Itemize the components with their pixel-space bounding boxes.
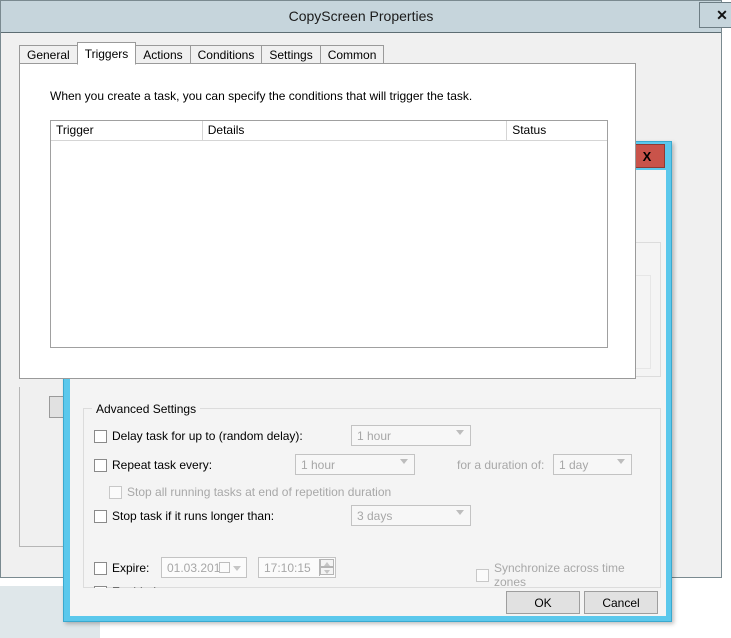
repeat-task-checkbox[interactable]: Repeat task every: (94, 458, 212, 472)
spinner-up-icon[interactable] (320, 559, 334, 567)
checkbox-indicator (94, 510, 107, 523)
ok-button[interactable]: OK (506, 591, 580, 614)
checkbox-indicator (94, 562, 107, 575)
chevron-down-icon (456, 430, 464, 435)
repeat-interval-value: 1 hour (301, 458, 335, 472)
tab-triggers[interactable]: Triggers (77, 42, 137, 65)
triggers-tab-page: When you create a task, you can specify … (19, 63, 636, 379)
delay-duration-select[interactable]: 1 hour (351, 425, 471, 446)
column-header-trigger[interactable]: Trigger (51, 121, 203, 140)
delay-task-checkbox[interactable]: Delay task for up to (random delay): (94, 429, 303, 443)
repeat-duration-value: 1 day (559, 458, 588, 472)
background-window-titlebar: CopyScreen Properties (1, 1, 721, 33)
expire-checkbox[interactable]: Expire: (94, 561, 149, 575)
expire-date-input[interactable]: 01.03.2017 (161, 557, 247, 578)
stop-longer-select[interactable]: 3 days (351, 505, 471, 526)
advanced-group-label: Advanced Settings (92, 402, 200, 416)
stop-repetition-checkbox[interactable]: Stop all running tasks at end of repetit… (109, 485, 391, 499)
checkbox-indicator (109, 486, 122, 499)
stop-repetition-label: Stop all running tasks at end of repetit… (127, 485, 391, 499)
checkbox-indicator (94, 430, 107, 443)
tab-conditions[interactable]: Conditions (190, 45, 263, 64)
expire-sync-timezones-checkbox[interactable]: Synchronize across time zones (476, 561, 660, 589)
stop-longer-label: Stop task if it runs longer than: (112, 509, 274, 523)
triggers-description: When you create a task, you can specify … (50, 89, 472, 103)
checkbox-indicator (476, 569, 489, 582)
dialog-footer: OK Cancel (70, 588, 666, 616)
repeat-duration-select[interactable]: 1 day (553, 454, 632, 475)
expire-time-value: 17:10:15 (264, 561, 311, 575)
delay-duration-value: 1 hour (357, 429, 391, 443)
advanced-settings-groupbox: Advanced Settings Delay task for up to (… (83, 408, 661, 588)
spinner-down-icon[interactable] (320, 567, 334, 575)
trigger-list-header: Trigger Details Status (51, 121, 607, 141)
checkbox-indicator (94, 459, 107, 472)
properties-tabstrip[interactable]: General Triggers Actions Conditions Sett… (19, 42, 383, 64)
chevron-down-icon (617, 459, 625, 464)
background-window-title: CopyScreen Properties (1, 8, 721, 24)
stop-longer-checkbox[interactable]: Stop task if it runs longer than: (94, 509, 274, 523)
trigger-list[interactable]: Trigger Details Status (50, 120, 608, 348)
chevron-down-icon (233, 566, 241, 571)
calendar-icon (219, 562, 230, 573)
tab-general[interactable]: General (19, 45, 78, 64)
chevron-down-icon (456, 510, 464, 515)
tab-settings[interactable]: Settings (261, 45, 320, 64)
tab-actions[interactable]: Actions (135, 45, 190, 64)
chevron-down-icon (400, 459, 408, 464)
cancel-button[interactable]: Cancel (584, 591, 658, 614)
time-spinner[interactable] (319, 559, 334, 576)
expire-label: Expire: (112, 561, 149, 575)
column-header-status[interactable]: Status (507, 121, 607, 140)
stop-longer-value: 3 days (357, 509, 392, 523)
duration-label: for a duration of: (457, 458, 544, 472)
repeat-task-label: Repeat task every: (112, 458, 212, 472)
delay-task-label: Delay task for up to (random delay): (112, 429, 303, 443)
repeat-interval-select[interactable]: 1 hour (295, 454, 415, 475)
tab-common[interactable]: Common (320, 45, 385, 64)
expire-sync-timezones-label: Synchronize across time zones (494, 561, 660, 589)
expire-time-input[interactable]: 17:10:15 (258, 557, 336, 578)
column-header-details[interactable]: Details (203, 121, 507, 140)
